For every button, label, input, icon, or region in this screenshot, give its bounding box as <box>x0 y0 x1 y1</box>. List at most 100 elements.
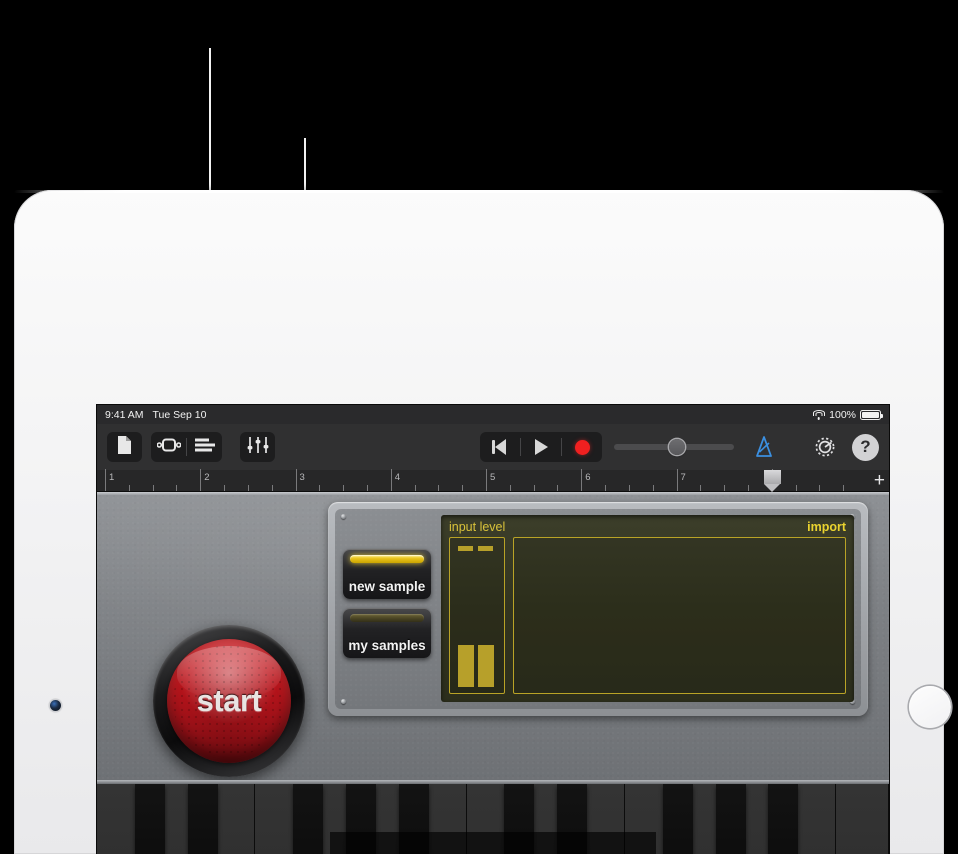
play-button[interactable] <box>521 432 561 462</box>
ruler-sub-tick <box>605 485 607 491</box>
mixer-sliders-icon <box>247 436 269 459</box>
ruler-sub-tick <box>652 485 654 491</box>
piano-black-key[interactable] <box>715 784 746 854</box>
piano-black-key[interactable] <box>662 784 693 854</box>
panel-top-edge <box>97 492 889 495</box>
gear-icon <box>812 434 838 460</box>
ruler-sub-tick <box>152 485 154 491</box>
ruler-sub-tick <box>271 485 273 491</box>
piano-black-key[interactable] <box>293 784 324 854</box>
transport-controls <box>480 432 602 462</box>
my-samples-button[interactable]: my samples <box>343 608 431 658</box>
settings-button[interactable] <box>807 432 842 462</box>
ruler-sub-tick <box>343 485 345 491</box>
playhead-marker[interactable] <box>763 470 781 492</box>
ruler-bar-label: 2 <box>204 472 210 483</box>
waveform-display[interactable] <box>513 537 846 694</box>
piano-white-key[interactable]: C4 <box>836 784 889 854</box>
metronome-button[interactable] <box>746 432 781 462</box>
ruler-bar-tick <box>200 469 202 491</box>
meter-bar-left <box>458 645 474 687</box>
ruler-sub-tick <box>462 485 464 491</box>
metronome-icon <box>751 435 777 459</box>
ipad-screen: 9:41 AM Tue Sep 10 100% ? 1 2 3 4 5 6 7 … <box>97 405 889 854</box>
ruler-sub-tick <box>319 485 321 491</box>
view-toggle-group <box>151 432 222 462</box>
import-button[interactable]: import <box>807 520 846 534</box>
timeline-ruler[interactable]: 12345678 + <box>97 469 889 492</box>
document-button[interactable] <box>107 432 142 462</box>
volume-slider-knob[interactable] <box>669 439 685 455</box>
sampler-control-panel: new sample my samples input level import <box>328 502 868 716</box>
ruler-sub-tick <box>176 485 178 491</box>
piano-black-key[interactable] <box>768 784 799 854</box>
document-icon <box>116 435 133 460</box>
ruler-sub-tick <box>819 485 821 491</box>
start-button-label: start <box>196 683 262 718</box>
record-button[interactable] <box>562 432 602 462</box>
ruler-bar-label: 6 <box>585 472 591 483</box>
new-sample-led <box>350 555 424 563</box>
instrument-view-icon <box>155 437 182 458</box>
ruler-sub-tick <box>795 485 797 491</box>
battery-percent: 100% <box>829 408 856 421</box>
ruler-bar-label: 4 <box>394 472 401 483</box>
battery-icon <box>860 409 884 420</box>
help-label: ? <box>860 437 871 456</box>
status-bar: 9:41 AM Tue Sep 10 100% <box>97 405 889 424</box>
start-button[interactable]: start <box>167 639 291 763</box>
sampler-instrument-panel: start new sample my samples input level … <box>97 492 889 780</box>
piano-black-key[interactable] <box>134 784 165 854</box>
instruction-overlay: Point your iPad towards a sound you want… <box>330 832 656 854</box>
ruler-bar-tick <box>295 469 297 491</box>
record-icon <box>574 439 590 455</box>
ruler-bar-tick <box>581 469 583 491</box>
ruler-bar-tick <box>676 469 678 491</box>
new-sample-button[interactable]: new sample <box>343 549 431 599</box>
mixer-button[interactable] <box>240 432 275 462</box>
wifi-icon <box>812 409 825 420</box>
play-icon <box>534 439 548 455</box>
tracks-view-button[interactable] <box>187 432 222 462</box>
ruler-bar-tick <box>390 469 392 491</box>
sampler-mode-buttons: new sample my samples <box>335 509 441 709</box>
home-button[interactable] <box>909 686 951 728</box>
my-samples-label: my samples <box>348 638 426 653</box>
sampler-control-panel-inner: new sample my samples input level import <box>335 509 861 709</box>
input-level-label: input level <box>449 520 506 534</box>
status-date: Tue Sep 10 <box>152 408 207 421</box>
ruler-sub-tick <box>533 485 535 491</box>
status-time: 9:41 AM <box>105 408 144 421</box>
ruler-sub-tick <box>628 485 630 491</box>
meter-clip-indicator-left <box>458 546 473 551</box>
ruler-bar-tick <box>486 469 487 491</box>
master-volume-slider[interactable] <box>614 439 734 455</box>
ruler-sub-tick <box>414 485 416 491</box>
ruler-sub-tick <box>509 485 511 491</box>
ruler-sub-tick <box>247 485 249 491</box>
help-button[interactable]: ? <box>852 433 879 461</box>
ruler-bar-label: 3 <box>299 472 305 483</box>
ruler-sub-tick <box>224 485 226 491</box>
keyboard-top-edge <box>97 780 889 784</box>
ruler-sub-tick <box>724 485 726 491</box>
ruler-sub-tick <box>843 485 845 491</box>
rewind-button[interactable] <box>480 432 520 462</box>
ruler-bar-tick <box>105 469 106 491</box>
ruler-sub-tick <box>747 485 749 491</box>
piano-black-key[interactable] <box>187 784 218 854</box>
rewind-icon <box>492 439 508 455</box>
sampler-display: input level import <box>441 515 854 702</box>
ruler-sub-tick <box>438 485 440 491</box>
add-track-button[interactable]: + <box>874 471 885 490</box>
tracks-view-icon <box>194 437 216 458</box>
instrument-view-button[interactable] <box>151 432 186 462</box>
new-sample-label: new sample <box>348 579 426 594</box>
ruler-sub-tick <box>700 485 702 491</box>
meter-bar-right <box>478 645 494 687</box>
front-camera <box>50 700 61 711</box>
meter-clip-indicator-right <box>478 546 493 551</box>
ruler-sub-tick <box>128 485 130 491</box>
start-button-assembly: start <box>153 625 305 777</box>
ruler-bar-label: 1 <box>109 472 115 483</box>
